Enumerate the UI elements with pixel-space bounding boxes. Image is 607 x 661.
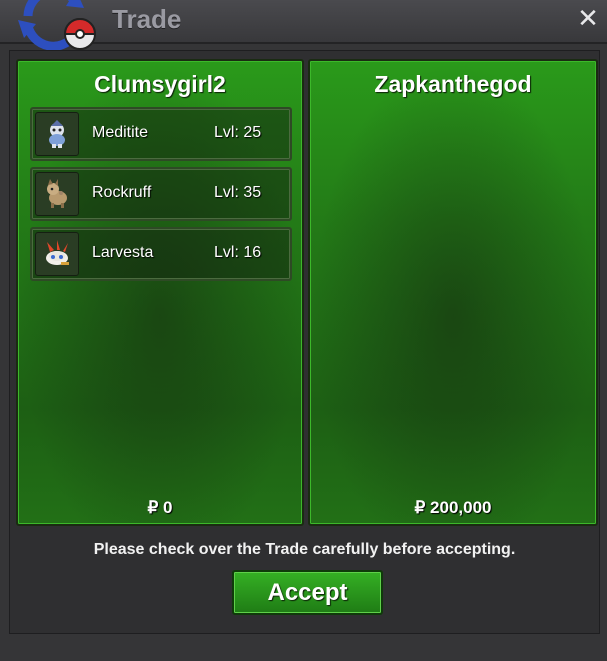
- trade-content: Clumsygirl2 Meditite Lvl: 25 Rockruff Lv…: [9, 50, 600, 634]
- player-panel-right: Zapkanthegod ₽ 200,000: [308, 59, 598, 526]
- pokemon-name: Larvesta: [92, 244, 154, 261]
- pokemon-level: Lvl: 35: [214, 184, 262, 201]
- pokemon-slot-rockruff[interactable]: Rockruff Lvl: 35: [30, 167, 292, 221]
- accept-button[interactable]: Accept: [232, 570, 383, 615]
- money-offer: ₽ 200,000: [414, 498, 492, 517]
- pokemon-slot-meditite[interactable]: Meditite Lvl: 25: [30, 107, 292, 161]
- larvesta-icon: [35, 232, 79, 276]
- trade-logo-icon: [18, 0, 97, 51]
- window-title: Trade: [112, 4, 182, 34]
- title-bar: Trade ✕: [0, 0, 607, 51]
- offered-pokemon-list: Meditite Lvl: 25 Rockruff Lvl: 35 Larves…: [30, 107, 292, 287]
- trade-notice: Please check over the Trade carefully be…: [93, 541, 516, 558]
- player-name: Clumsygirl2: [94, 71, 226, 97]
- close-icon[interactable]: ✕: [575, 6, 601, 32]
- money-offer: ₽ 0: [147, 498, 173, 517]
- trade-window: Trade ✕ Clumsygirl2 Meditite Lvl: 25 Roc…: [0, 0, 607, 661]
- pokemon-name: Meditite: [92, 124, 149, 141]
- meditite-icon: [35, 112, 79, 156]
- rockruff-icon: [35, 172, 79, 216]
- pokemon-slot-larvesta[interactable]: Larvesta Lvl: 16: [30, 227, 292, 281]
- pokemon-level: Lvl: 16: [214, 244, 262, 261]
- player-name: Zapkanthegod: [374, 71, 532, 97]
- pokemon-level: Lvl: 25: [214, 124, 262, 141]
- player-panel-left: Clumsygirl2 Meditite Lvl: 25 Rockruff Lv…: [16, 59, 304, 526]
- pokemon-name: Rockruff: [92, 184, 152, 201]
